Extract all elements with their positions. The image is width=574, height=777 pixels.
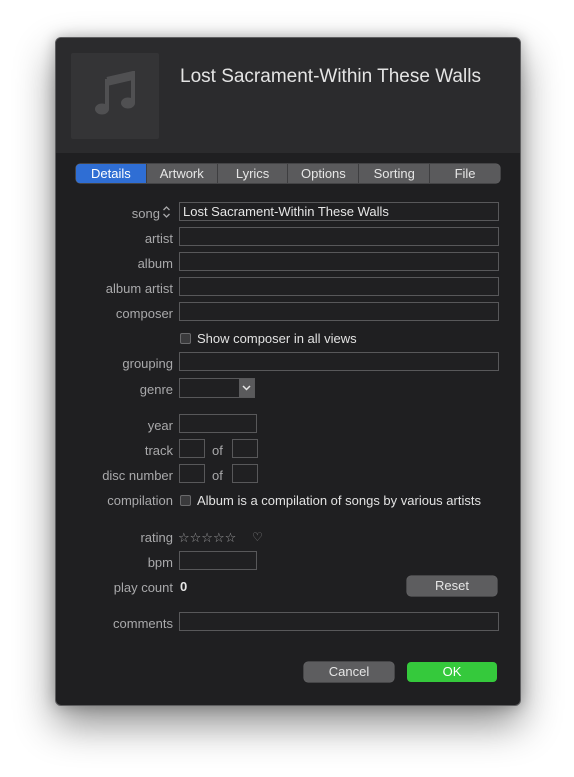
rating-stars[interactable]: ☆☆☆☆☆ [178, 530, 236, 546]
song-info-dialog: Lost Sacrament-Within These Walls Detail… [55, 37, 521, 706]
play-count-label: play count [113, 580, 173, 595]
compilation-label: compilation [107, 493, 173, 508]
compilation-checkbox[interactable] [180, 495, 191, 506]
heart-icon[interactable]: ♡ [252, 530, 263, 544]
play-count-value: 0 [180, 579, 188, 594]
tab-file[interactable]: File [429, 164, 500, 183]
comments-field[interactable] [179, 612, 499, 631]
song-field[interactable]: Lost Sacrament-Within These Walls [179, 202, 499, 221]
bpm-label: bpm [147, 555, 173, 570]
tab-options[interactable]: Options [287, 164, 358, 183]
reset-button[interactable]: Reset [407, 576, 497, 596]
disc-of-label: of [212, 468, 223, 483]
tab-details[interactable]: Details [76, 164, 146, 183]
compilation-checkbox-label: Album is a compilation of songs by vario… [197, 493, 481, 508]
music-note-icon [93, 69, 137, 122]
year-label: year [147, 418, 173, 433]
artist-field[interactable] [179, 227, 499, 246]
disc-number-label: disc number [102, 468, 173, 483]
tab-lyrics[interactable]: Lyrics [216, 164, 288, 183]
disc-total-field[interactable] [232, 464, 258, 483]
album-label: album [137, 256, 173, 271]
track-label: track [144, 443, 173, 458]
track-of-label: of [212, 443, 223, 458]
ok-button[interactable]: OK [407, 662, 497, 682]
disc-number-field[interactable] [179, 464, 205, 483]
cancel-button[interactable]: Cancel [304, 662, 394, 682]
tab-bar: Details Artwork Lyrics Options Sorting F… [76, 164, 500, 183]
composer-field[interactable] [179, 302, 499, 321]
album-field[interactable] [179, 252, 499, 271]
tab-sorting[interactable]: Sorting [358, 164, 429, 183]
song-label: song [131, 206, 160, 221]
composer-label: composer [115, 306, 173, 321]
bpm-field[interactable] [179, 551, 257, 570]
song-title-heading: Lost Sacrament-Within These Walls [180, 66, 481, 87]
album-artist-label: album artist [105, 281, 173, 296]
show-composer-checkbox[interactable] [180, 333, 191, 344]
genre-select[interactable] [179, 378, 255, 398]
year-field[interactable] [179, 414, 257, 433]
grouping-field[interactable] [179, 352, 499, 371]
track-total-field[interactable] [232, 439, 258, 458]
genre-label: genre [139, 382, 173, 397]
track-number-field[interactable] [179, 439, 205, 458]
rating-label: rating [140, 530, 173, 545]
genre-value [180, 380, 183, 395]
grouping-label: grouping [122, 356, 173, 371]
up-down-chevron-icon[interactable] [162, 205, 171, 224]
album-artist-field[interactable] [179, 277, 499, 296]
comments-label: comments [113, 616, 173, 631]
artwork-placeholder[interactable] [71, 53, 159, 139]
dialog-header: Lost Sacrament-Within These Walls [56, 38, 520, 153]
artist-label: artist [144, 231, 173, 246]
tab-artwork[interactable]: Artwork [145, 164, 217, 183]
chevron-down-icon[interactable] [239, 379, 254, 397]
show-composer-label: Show composer in all views [197, 331, 357, 346]
